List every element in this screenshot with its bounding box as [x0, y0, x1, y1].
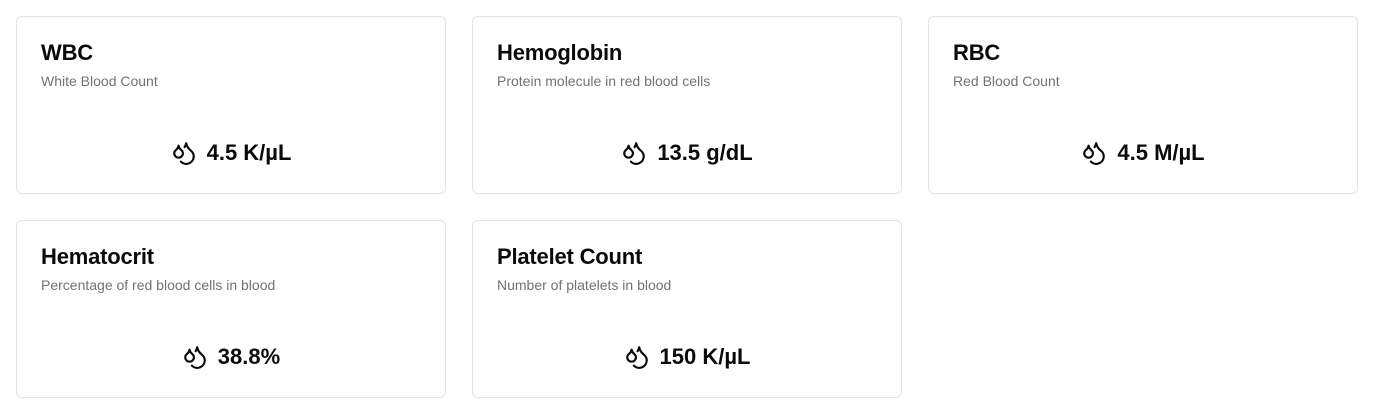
- card-title: Platelet Count: [497, 244, 643, 269]
- card-value-row: 4.5 M/µL: [929, 139, 1357, 167]
- droplets-icon: [1083, 142, 1106, 165]
- card-description: Number of platelets in blood: [497, 277, 672, 293]
- card-value-row: 38.8%: [17, 343, 445, 371]
- droplets-icon: [183, 346, 206, 369]
- card-value-row: 4.5 K/µL: [17, 139, 445, 167]
- card-title: WBC: [41, 40, 93, 65]
- droplets-icon: [623, 142, 646, 165]
- card-description: Percentage of red blood cells in blood: [41, 277, 276, 293]
- card-value-row: 13.5 g/dL: [473, 139, 901, 167]
- card-value: 4.5 K/µL: [206, 140, 292, 165]
- card-description: Protein molecule in red blood cells: [497, 73, 711, 89]
- metric-card-wbc: WBC White Blood Count 4.5 K/µL: [16, 16, 446, 194]
- card-value-row: 150 K/µL: [473, 343, 901, 371]
- card-title: Hematocrit: [41, 244, 154, 269]
- card-value: 13.5 g/dL: [657, 140, 753, 165]
- lab-results-grid: WBC White Blood Count 4.5 K/µL Hemoglobi…: [0, 0, 1376, 416]
- metric-card-platelet-count: Platelet Count Number of platelets in bl…: [472, 220, 902, 398]
- card-value: 4.5 M/µL: [1117, 140, 1205, 165]
- card-value: 150 K/µL: [659, 344, 751, 369]
- card-value: 38.8%: [217, 344, 281, 369]
- droplets-icon: [625, 346, 648, 369]
- metric-card-rbc: RBC Red Blood Count 4.5 M/µL: [928, 16, 1358, 194]
- metric-card-hematocrit: Hematocrit Percentage of red blood cells…: [16, 220, 446, 398]
- card-description: White Blood Count: [41, 73, 158, 89]
- card-description: Red Blood Count: [953, 73, 1060, 89]
- card-title: RBC: [953, 40, 1001, 65]
- droplets-icon: [172, 142, 195, 165]
- card-title: Hemoglobin: [497, 40, 623, 65]
- metric-card-hemoglobin: Hemoglobin Protein molecule in red blood…: [472, 16, 902, 194]
